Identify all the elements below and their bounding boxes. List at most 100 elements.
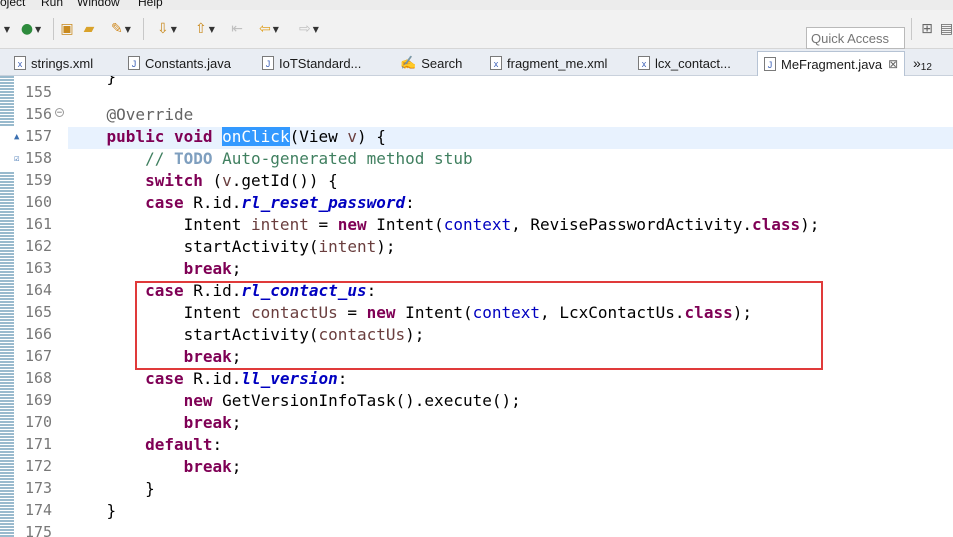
override-marker-icon: ▲ [14, 132, 20, 142]
xml-file-icon: x [14, 56, 26, 70]
search-icon: ✍ [400, 55, 417, 70]
code-line-172: break; [183, 457, 242, 476]
ruler-gap [0, 127, 14, 149]
next-annotation-button[interactable]: ⇩ ▼ [150, 19, 184, 39]
back-button[interactable]: ⇦ ▼ [252, 19, 286, 39]
ruler-gap [0, 149, 14, 171]
tab-iotstandard[interactable]: J IoTStandard... [262, 51, 361, 75]
line-number: 163 [15, 259, 67, 281]
tools-dropdown[interactable]: ✎ ▼ [104, 19, 138, 39]
code-line-168: case R.id.ll_version: [145, 369, 348, 388]
menu-run[interactable]: Run [41, 0, 63, 9]
arrow-left-icon: ⇦ [259, 21, 271, 37]
run-dropdown-icon[interactable]: ▼ [0, 19, 12, 39]
line-number: 164 [15, 281, 67, 303]
line-number-text: 175 [25, 523, 53, 537]
line-number: 155 [15, 83, 67, 105]
line-number-text: 163 [25, 259, 53, 277]
line-number-text: 162 [25, 237, 53, 255]
toolbar-separator [53, 18, 54, 40]
line-number-text: 171 [25, 435, 53, 453]
prev-annotation-button[interactable]: ⇧ ▼ [188, 19, 222, 39]
task-marker-icon: ☑ [14, 154, 20, 164]
line-number-text: 158 [25, 149, 53, 167]
chevron-down-icon: ▼ [35, 24, 42, 34]
fold-toggle-icon[interactable]: − [55, 108, 64, 118]
line-number-text: 161 [25, 215, 53, 233]
code-line-161: Intent intent = new Intent(context, Revi… [68, 215, 820, 234]
line-number: 158 ☑ [14, 149, 67, 171]
open-folder-button[interactable]: ▰ [80, 19, 98, 39]
line-number-text: 155 [25, 83, 53, 101]
bug-icon: ● [20, 21, 34, 37]
java-perspective-icon: ▤ [939, 21, 953, 37]
open-perspective-icon: ⊞ [921, 21, 933, 37]
xml-file-icon: x [638, 56, 650, 70]
forward-button[interactable]: ⇨ ▼ [292, 19, 326, 39]
menu-window[interactable]: Window [77, 0, 120, 9]
java-file-icon: J [128, 56, 140, 70]
line-number: 168 [15, 369, 67, 391]
java-file-icon: J [262, 56, 274, 70]
main-toolbar: ▼ ●▼ ▣ ▰ ✎▼ ⇩▼ ⇧▼ ⇤ ⇦▼ ⇨▼ ⊞ ▤ [0, 10, 953, 49]
tab-lcx-contact[interactable]: x lcx_contact... [638, 51, 731, 75]
line-number-text: 166 [25, 325, 53, 343]
code-line-159: switch (v.getId()) { [145, 171, 338, 190]
java-perspective-button[interactable]: ▤ [940, 19, 953, 39]
line-number-text: 160 [25, 193, 53, 211]
code-editor[interactable]: } @Override public void onClick(View v) … [0, 76, 953, 537]
new-package-button[interactable]: ▣ [58, 19, 76, 39]
java-file-icon: J [764, 57, 776, 71]
package-icon: ▣ [60, 21, 74, 37]
menu-help[interactable]: Help [138, 0, 163, 9]
toolbar-separator [911, 18, 912, 40]
tab-overflow-button[interactable]: » 12 [913, 51, 932, 75]
line-number: 170 [15, 413, 67, 435]
tab-constants-java[interactable]: J Constants.java [128, 51, 231, 75]
line-number: 166 [15, 325, 67, 347]
line-number: 172 [15, 457, 67, 479]
line-number-text: 172 [25, 457, 53, 475]
line-number: 156− [15, 105, 67, 127]
open-perspective-button[interactable]: ⊞ [918, 19, 936, 39]
code-line-162: startActivity(intent); [68, 237, 396, 256]
tab-search[interactable]: ✍ Search [400, 51, 462, 75]
chevron-right-icon: » [913, 55, 921, 71]
line-number-text: 164 [25, 281, 53, 299]
editor-tab-bar: x strings.xml J Constants.java J IoTStandar… [0, 49, 953, 76]
tab-strings-xml[interactable]: x strings.xml [14, 51, 93, 75]
last-edit-button[interactable]: ⇤ [228, 19, 246, 39]
line-number: 161 [15, 215, 67, 237]
line-number: 165 [15, 303, 67, 325]
line-number-text: 174 [25, 501, 53, 519]
toolbar-separator [143, 18, 144, 40]
overview-ruler [0, 76, 14, 537]
code-line-173: } [68, 479, 155, 498]
line-number-text: 159 [25, 171, 53, 189]
line-number: 175 [15, 523, 67, 537]
highlight-annotation-box [135, 281, 823, 370]
tab-fragment-me-xml[interactable]: x fragment_me.xml [490, 51, 607, 75]
line-number-text: 156 [25, 105, 53, 123]
code-line-160: case R.id.rl_reset_password: [145, 193, 415, 212]
line-number-text: 173 [25, 479, 53, 497]
close-tab-icon[interactable]: ⊠ [888, 57, 898, 71]
line-number: 171 [15, 435, 67, 457]
wrench-icon: ✎ [111, 21, 123, 37]
line-number: 167 [15, 347, 67, 369]
debug-button[interactable]: ● ▼ [14, 19, 48, 39]
last-edit-icon: ⇤ [231, 21, 243, 37]
line-number-text: 157 [25, 127, 53, 145]
selected-word: onClick [222, 127, 290, 146]
line-number: 174 [15, 501, 67, 523]
quick-access-input[interactable] [806, 27, 905, 49]
menu-project[interactable]: oject [0, 0, 25, 9]
folder-icon: ▰ [83, 21, 95, 37]
annotation-up-icon: ⇧ [195, 21, 207, 37]
code-line-171: default: [145, 435, 223, 454]
tab-mefragment-java[interactable]: J MeFragment.java ⊠ [757, 51, 906, 76]
line-number: 157 ▲ [14, 127, 67, 149]
line-number: 160 [15, 193, 67, 215]
xml-file-icon: x [490, 56, 502, 70]
annotation-down-icon: ⇩ [157, 21, 169, 37]
